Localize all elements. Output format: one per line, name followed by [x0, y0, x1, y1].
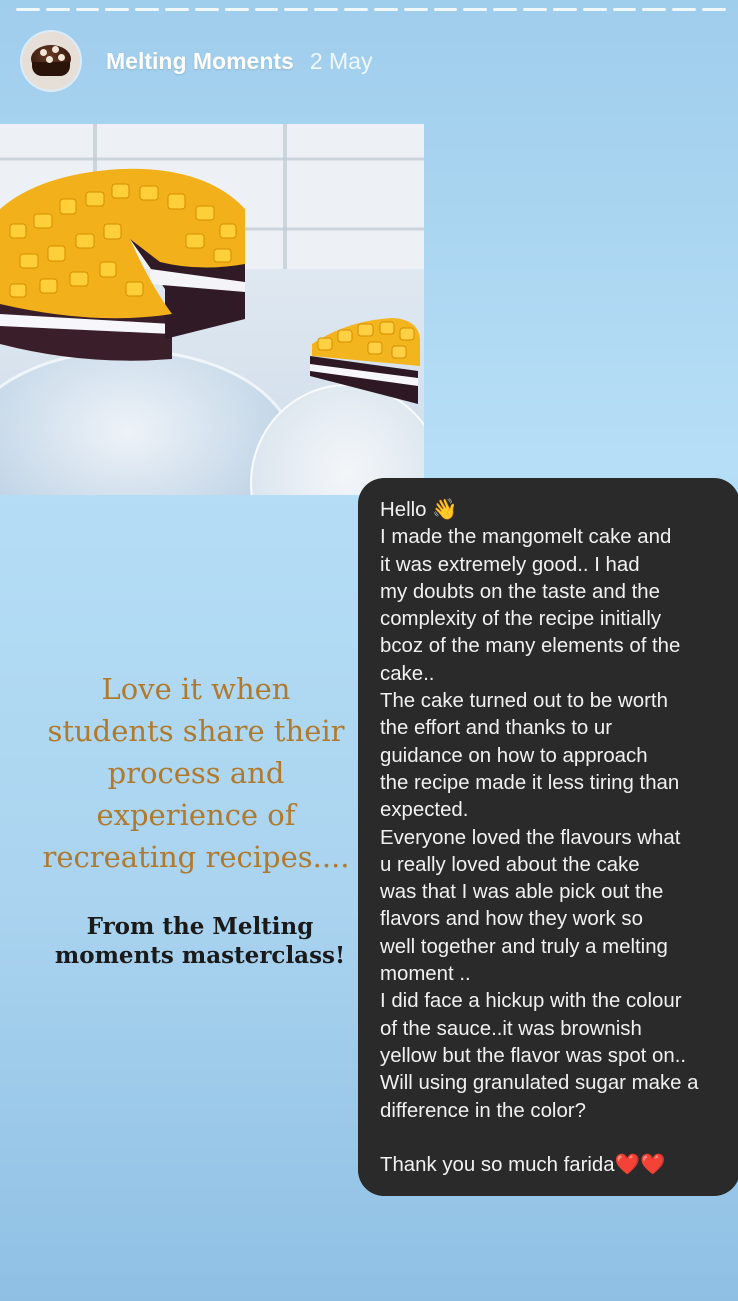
story-progress-bar [16, 8, 726, 11]
progress-segment [612, 8, 637, 11]
cake-photo [0, 124, 424, 495]
progress-segment [165, 8, 189, 11]
caption-subtext: From the Melting moments masterclass! [54, 913, 346, 969]
progress-segment [672, 8, 697, 11]
progress-segment [702, 8, 726, 11]
progress-segment [105, 8, 130, 11]
story-header: Melting Moments 2 May [22, 32, 372, 90]
message-spacer [380, 1125, 726, 1152]
progress-segment [493, 8, 518, 11]
avatar-decoration [46, 56, 53, 63]
progress-segment [45, 8, 70, 11]
progress-segment [194, 8, 219, 11]
progress-segment [284, 8, 309, 11]
progress-segment [344, 8, 368, 11]
avatar-decoration [52, 46, 59, 53]
progress-segment [224, 8, 249, 11]
mango-cake [0, 168, 245, 361]
progress-segment [642, 8, 667, 11]
avatar[interactable] [22, 32, 80, 90]
cake-slice [310, 318, 420, 404]
progress-segment [463, 8, 488, 11]
progress-segment [373, 8, 398, 11]
progress-segment [403, 8, 428, 11]
progress-segment [254, 8, 279, 11]
progress-segment [523, 8, 547, 11]
progress-segment [552, 8, 577, 11]
avatar-decoration [58, 54, 65, 61]
avatar-decoration [40, 49, 47, 56]
message-body: I made the mangomelt cake and it was ext… [380, 526, 699, 1122]
progress-segment [135, 8, 160, 11]
avatar-cake-side [32, 62, 70, 76]
progress-segment [314, 8, 339, 11]
progress-segment [16, 8, 40, 11]
progress-segment [75, 8, 100, 11]
username[interactable]: Melting Moments [106, 48, 294, 75]
progress-segment [433, 8, 458, 11]
message-screenshot: Hello 👋 I made the mangomelt cake and it… [358, 478, 738, 1196]
post-date: 2 May [309, 47, 373, 74]
message-greeting: Hello 👋 [380, 499, 458, 521]
caption-text: Love it when students share their proces… [42, 672, 350, 874]
message-closing: Thank you so much farida❤️❤️ [380, 1154, 666, 1177]
progress-segment [582, 8, 607, 11]
